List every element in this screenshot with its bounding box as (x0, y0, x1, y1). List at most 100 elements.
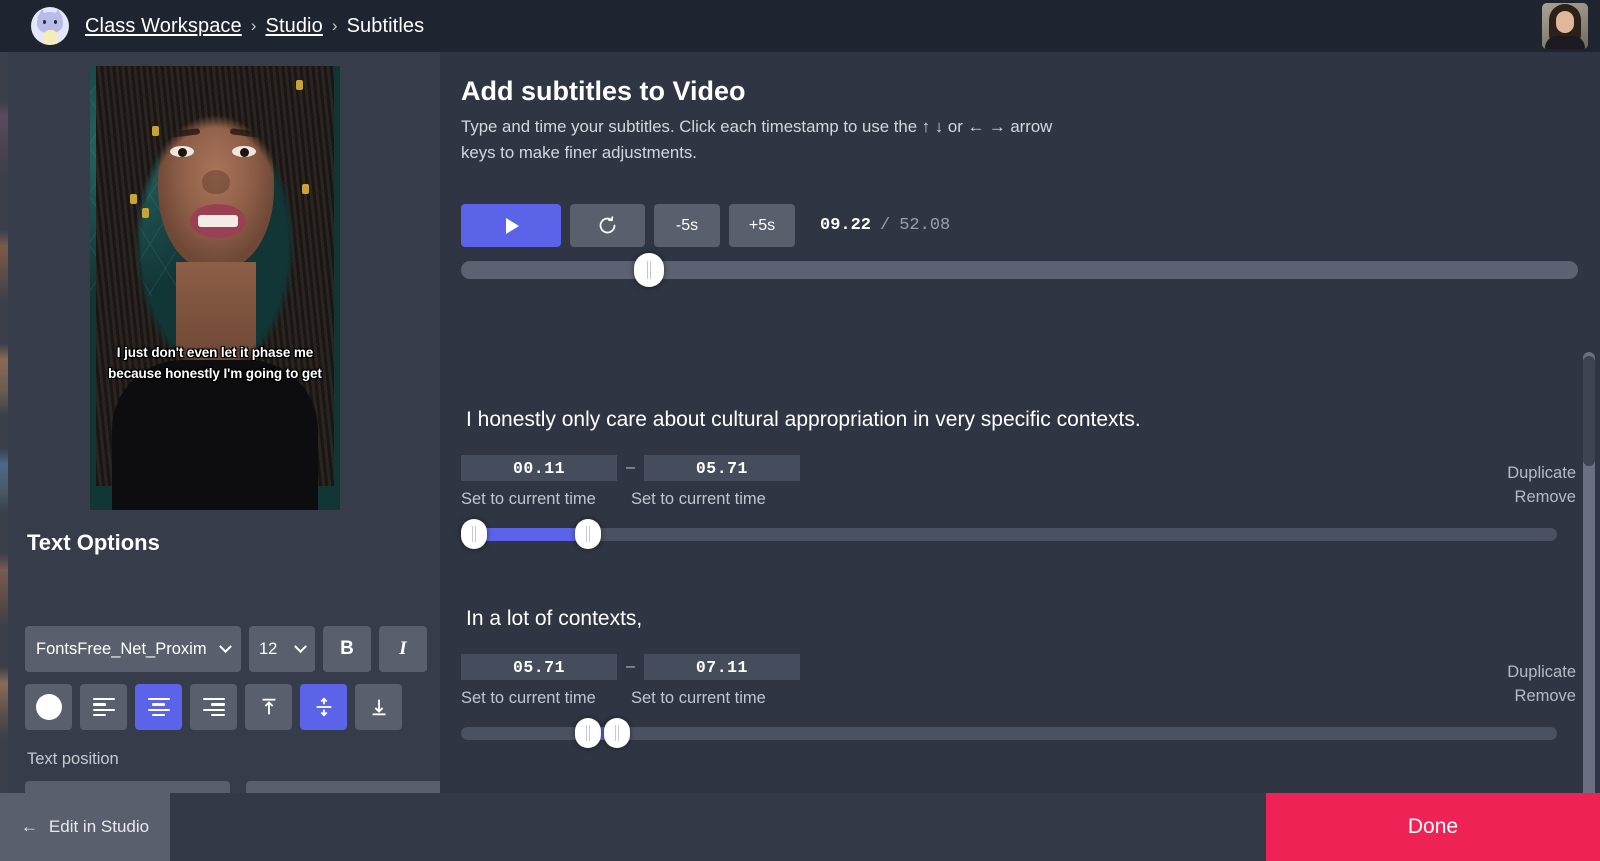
subtitle-time-row-2: – (461, 654, 800, 680)
transport-controls: -5s +5s 09.22 / 52.08 (461, 204, 950, 247)
subtitle-end-time-1[interactable] (644, 455, 800, 481)
align-top-button[interactable] (245, 684, 292, 730)
total-time: 52.08 (899, 216, 950, 235)
cat-eye-right-icon (54, 20, 57, 24)
video-subtitle-line-2: because honestly I'm going to get (98, 363, 332, 384)
restart-button[interactable] (570, 204, 645, 247)
arrow-left-icon: ← (21, 817, 38, 837)
text-options-heading: Text Options (27, 530, 160, 556)
right-panel: Add subtitles to Video Type and time you… (440, 52, 1600, 793)
align-bottom-button[interactable] (355, 684, 402, 730)
video-subtitle-overlay: I just don't even let it phase me becaus… (98, 342, 332, 384)
time-dash: – (626, 658, 635, 676)
subtitles-modal: I just don't even let it phase me becaus… (8, 52, 1600, 793)
range-fill-1 (473, 528, 588, 541)
video-scrubber-thumb[interactable] (634, 253, 664, 287)
set-end-to-current-time-1[interactable]: Set to current time (631, 490, 787, 509)
hair-bead (142, 208, 149, 218)
align-center-button[interactable] (135, 684, 182, 730)
font-size-select[interactable]: 12 (249, 626, 315, 672)
edit-in-studio-button[interactable]: ← Edit in Studio (0, 793, 170, 861)
hair-bead (152, 126, 159, 136)
breadcrumb-current-subtitles: Subtitles (347, 15, 425, 38)
align-bottom-icon (368, 696, 390, 718)
set-start-to-current-time-2[interactable]: Set to current time (461, 689, 617, 708)
range-end-thumb-2[interactable] (604, 718, 630, 748)
subtitle-start-time-2[interactable] (461, 654, 617, 680)
subtitle-end-time-2[interactable] (644, 654, 800, 680)
current-time: 09.22 (820, 216, 871, 235)
text-position-buttons-row: Move down ↓ Move up ↑ (25, 781, 451, 793)
remove-button-1[interactable]: Remove (1507, 486, 1576, 509)
move-up-button[interactable]: Move up ↑ (246, 781, 451, 793)
font-family-select[interactable]: FontsFree_Net_Proxim (25, 626, 241, 672)
hair-bead (296, 80, 303, 90)
duplicate-button-2[interactable]: Duplicate (1507, 661, 1576, 684)
align-left-button[interactable] (80, 684, 127, 730)
subtitle-actions-1: Duplicate Remove (1507, 462, 1576, 509)
range-end-thumb-1[interactable] (575, 519, 601, 549)
range-start-thumb-2[interactable] (575, 718, 601, 748)
page-title: Add subtitles to Video (461, 76, 746, 107)
scrollbar-thumb[interactable] (1583, 356, 1595, 466)
done-button[interactable]: Done (1266, 793, 1600, 861)
left-panel: I just don't even let it phase me becaus… (8, 52, 440, 793)
duplicate-button-1[interactable]: Duplicate (1507, 462, 1576, 485)
set-end-to-current-time-2[interactable]: Set to current time (631, 689, 787, 708)
range-start-thumb-1[interactable] (461, 519, 487, 549)
subtitle-list: I honestly only care about cultural appr… (440, 300, 1600, 793)
breadcrumb-link-workspace[interactable]: Class Workspace (85, 15, 242, 38)
set-start-to-current-time-1[interactable]: Set to current time (461, 490, 617, 509)
play-icon (506, 218, 519, 234)
video-subtitle-line-1: I just don't even let it phase me (98, 342, 332, 363)
video-preview[interactable]: I just don't even let it phase me becaus… (90, 66, 340, 510)
align-right-button[interactable] (190, 684, 237, 730)
bottom-action-bar: ← Edit in Studio Done (0, 793, 1600, 861)
align-right-icon (203, 698, 225, 717)
top-navigation-bar: Class Workspace › Studio › Subtitles (0, 0, 1600, 52)
restart-icon (597, 215, 618, 236)
avatar-shoulders (1545, 36, 1585, 49)
breadcrumb-separator-2: › (332, 16, 338, 36)
font-family-value: FontsFree_Net_Proxim (36, 640, 207, 659)
chevron-down-icon (219, 640, 232, 653)
forward-5s-button[interactable]: +5s (729, 204, 795, 247)
bold-button[interactable]: B (323, 626, 371, 672)
cat-body-icon (43, 30, 58, 45)
italic-button[interactable]: I (379, 626, 427, 672)
page-subtitle-instructions: Type and time your subtitles. Click each… (461, 114, 1091, 166)
hair-bead (302, 184, 309, 194)
time-display: 09.22 / 52.08 (820, 216, 950, 235)
subtitle-range-slider-2[interactable] (461, 727, 1557, 740)
play-button[interactable] (461, 204, 561, 247)
edit-in-studio-label: Edit in Studio (49, 817, 149, 837)
font-size-value: 12 (259, 640, 277, 659)
time-separator: / (880, 216, 890, 235)
chevron-down-icon (294, 640, 307, 653)
set-time-links-2: Set to current time Set to current time (461, 689, 787, 708)
remove-button-2[interactable]: Remove (1507, 685, 1576, 708)
subtitle-actions-2: Duplicate Remove (1507, 661, 1576, 708)
align-middle-icon (313, 696, 335, 718)
move-down-button[interactable]: Move down ↓ (25, 781, 230, 793)
subtitle-range-slider-1[interactable] (461, 528, 1557, 541)
align-top-icon (258, 696, 280, 718)
scrollbar-track[interactable] (1583, 352, 1595, 793)
set-time-links-1: Set to current time Set to current time (461, 490, 787, 509)
align-middle-button[interactable] (300, 684, 347, 730)
text-position-label: Text position (27, 750, 119, 769)
subtitle-start-time-1[interactable] (461, 455, 617, 481)
avatar[interactable] (1542, 3, 1588, 49)
time-dash: – (626, 459, 635, 477)
color-circle-icon (36, 694, 62, 720)
avatar-face (1556, 11, 1574, 33)
subtitle-text-1[interactable]: I honestly only care about cultural appr… (466, 408, 1141, 432)
breadcrumb: Class Workspace › Studio › Subtitles (85, 15, 424, 38)
subtitle-text-2[interactable]: In a lot of contexts, (466, 607, 642, 631)
text-color-swatch-button[interactable] (25, 684, 72, 730)
background-content-strip (0, 52, 8, 861)
rewind-5s-button[interactable]: -5s (654, 204, 720, 247)
cat-avatar-logo-icon[interactable] (31, 7, 69, 45)
video-scrubber-track[interactable] (461, 261, 1578, 279)
breadcrumb-link-studio[interactable]: Studio (266, 15, 323, 38)
